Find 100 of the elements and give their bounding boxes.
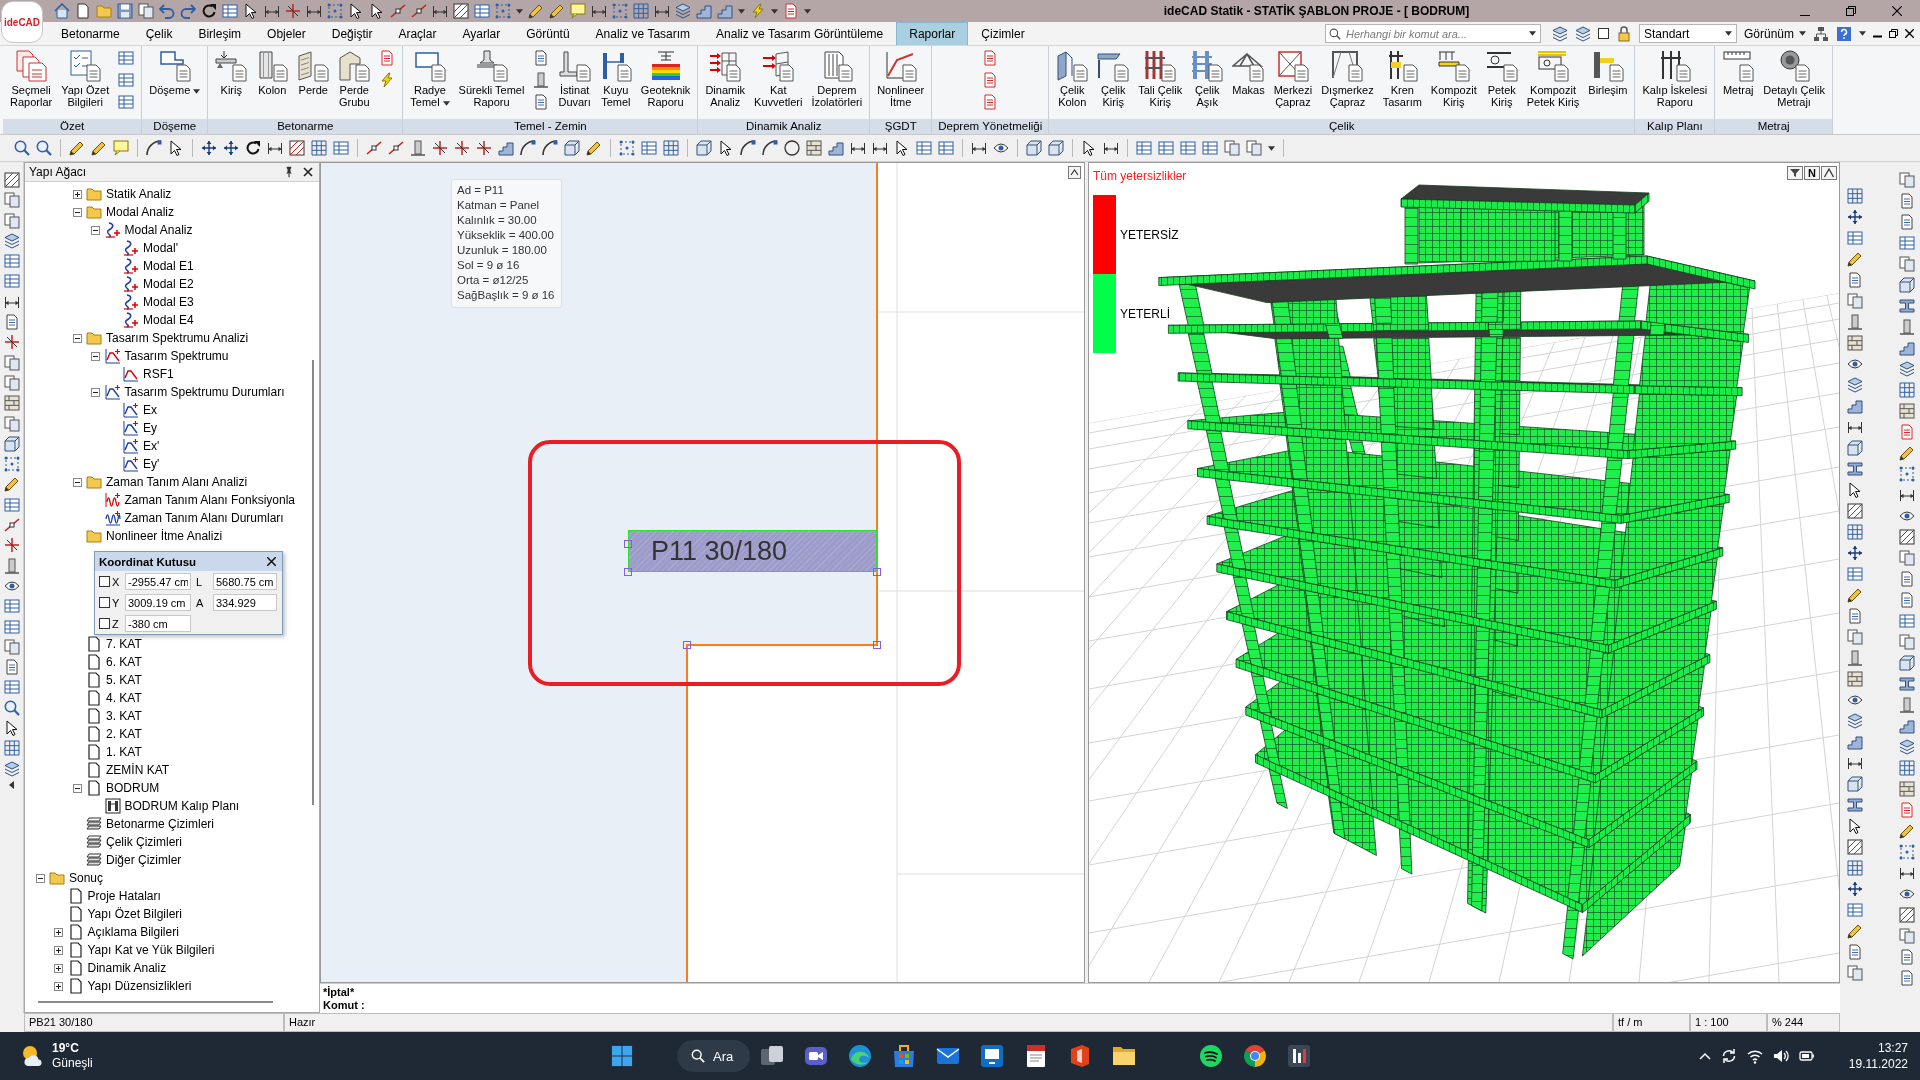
grip-icon[interactable] [683,641,691,649]
dot-grid-icon[interactable] [1899,844,1915,860]
menu-tab[interactable]: Çelik [132,22,186,45]
ribbon-button[interactable]: Perde Grubu [336,47,373,113]
copy-icon[interactable] [138,3,154,19]
dimension-icon[interactable] [591,3,607,19]
tree-item[interactable]: Yapı Düzensizlikleri [67,978,192,994]
table-icon[interactable] [333,140,349,156]
table-icon[interactable] [1899,613,1915,629]
minus-box-icon[interactable] [72,333,82,343]
menu-tab[interactable]: Çizimler [968,22,1038,45]
ring-icon[interactable] [1243,1044,1267,1068]
tree-item[interactable]: Diğer Çizimler [86,852,182,868]
table-icon[interactable] [3,273,20,290]
report-icon[interactable] [982,72,999,88]
tree-item[interactable]: Yapı Kat ve Yük Bilgileri [67,942,215,958]
tree-item[interactable]: Ex' [123,438,160,454]
copy-icon[interactable] [1899,550,1915,566]
caret-icon[interactable] [1528,31,1536,36]
checkbox[interactable] [1597,28,1609,39]
home-icon[interactable] [54,3,70,19]
tree-item[interactable]: Ey [123,420,157,436]
help-icon[interactable] [1836,25,1852,42]
speaker-icon[interactable] [1772,1048,1789,1064]
menu-tab[interactable]: Analiz ve Tasarım Görüntüleme [703,22,897,45]
sound-waves-icon[interactable] [1199,1044,1223,1068]
grid-icon[interactable] [3,740,20,757]
table-icon[interactable] [1847,902,1863,918]
eye-icon[interactable] [1899,886,1915,902]
ribbon-button[interactable]: Kompozit Kiriş [1428,47,1479,113]
table-icon[interactable] [3,598,20,615]
column-icon[interactable] [3,557,20,574]
caret-icon[interactable] [1859,31,1866,36]
grid-icon[interactable] [663,140,679,156]
ribbon-button[interactable]: Metraj [1720,47,1757,113]
hatch-icon[interactable] [3,172,20,188]
dot-grid-icon[interactable] [495,3,511,19]
dimension-icon[interactable] [872,140,888,156]
caret-icon[interactable] [1268,145,1275,151]
dot-grid-icon[interactable] [3,456,20,473]
cursor-icon[interactable] [3,720,20,736]
rotate-icon[interactable] [201,3,217,19]
undo-icon[interactable] [159,3,175,19]
pin-icon[interactable] [283,166,295,178]
arc-icon[interactable] [762,140,778,156]
layers-icon[interactable] [3,760,20,777]
dot-grid-icon[interactable] [619,140,635,156]
cube-icon[interactable] [1847,440,1863,456]
grid-icon[interactable] [1847,860,1863,876]
grid-icon[interactable] [1847,188,1863,204]
close-icon[interactable] [267,557,276,566]
table-icon[interactable] [1202,140,1218,156]
zoom-icon[interactable] [14,140,30,156]
eye-icon[interactable] [993,140,1009,156]
cursor-icon[interactable] [1081,140,1097,156]
tree-item[interactable]: 6. KAT [86,654,142,670]
layers-icon[interactable] [1551,25,1568,42]
zoom-icon[interactable] [3,699,20,716]
tree-item[interactable]: Statik Analiz [86,186,172,202]
i-beam-icon[interactable] [1899,298,1915,314]
chevron-up-icon[interactable] [1068,166,1081,179]
ribbon-button[interactable]: Geoteknik Raporu [638,47,693,113]
stairs-icon[interactable] [1847,734,1863,750]
report-icon[interactable] [1899,424,1915,440]
dimension-icon[interactable] [850,140,866,156]
line-icon[interactable] [388,140,404,156]
ribbon-button[interactable]: Kompozit Petek Kiriş [1524,47,1582,113]
grid-icon[interactable] [1899,382,1915,398]
clock-date[interactable]: 19.11.2022 [1848,1056,1908,1072]
table-icon[interactable] [3,253,20,270]
checkbox[interactable] [99,576,110,587]
table-icon[interactable] [938,140,954,156]
sun-cloud-icon[interactable] [20,1044,44,1068]
ribbon-button[interactable]: Tali Çelik Kiriş [1136,47,1185,113]
copy-icon[interactable] [3,212,20,229]
table-icon[interactable] [118,72,135,88]
copy-icon[interactable] [3,374,20,391]
note-icon[interactable] [570,3,586,19]
lock-icon[interactable] [1615,25,1632,42]
hatch-icon[interactable] [1899,907,1915,923]
tree-item[interactable]: Zaman Tanım Alanı Durumları [104,510,284,526]
triangle-icon[interactable] [1821,166,1837,180]
cube-icon[interactable] [696,140,712,156]
ribbon-button[interactable]: Çelik Aşık [1189,47,1226,113]
ribbon-button[interactable]: Detaylı Çelik Metrajı [1761,47,1827,113]
grip-icon[interactable] [624,568,632,576]
ribbon-button[interactable]: Çelik Kolon [1054,47,1091,113]
dimension-icon[interactable] [1847,419,1863,435]
tree-item[interactable]: Sonuç [49,870,104,886]
tree-item[interactable]: 5. KAT [86,672,142,688]
cube-icon[interactable] [1899,277,1915,293]
eye-icon[interactable] [1847,356,1863,372]
tree-item[interactable]: Modal Analiz [86,204,175,220]
table-icon[interactable] [1136,140,1152,156]
battery-icon[interactable] [1798,1048,1815,1064]
bar-chart-icon[interactable] [1287,1044,1311,1068]
table-icon[interactable] [3,618,20,635]
minus-box-icon[interactable] [91,225,100,235]
ribbon-button[interactable]: Sürekli Temel Raporu [456,47,527,113]
cursor-icon[interactable] [168,140,184,156]
